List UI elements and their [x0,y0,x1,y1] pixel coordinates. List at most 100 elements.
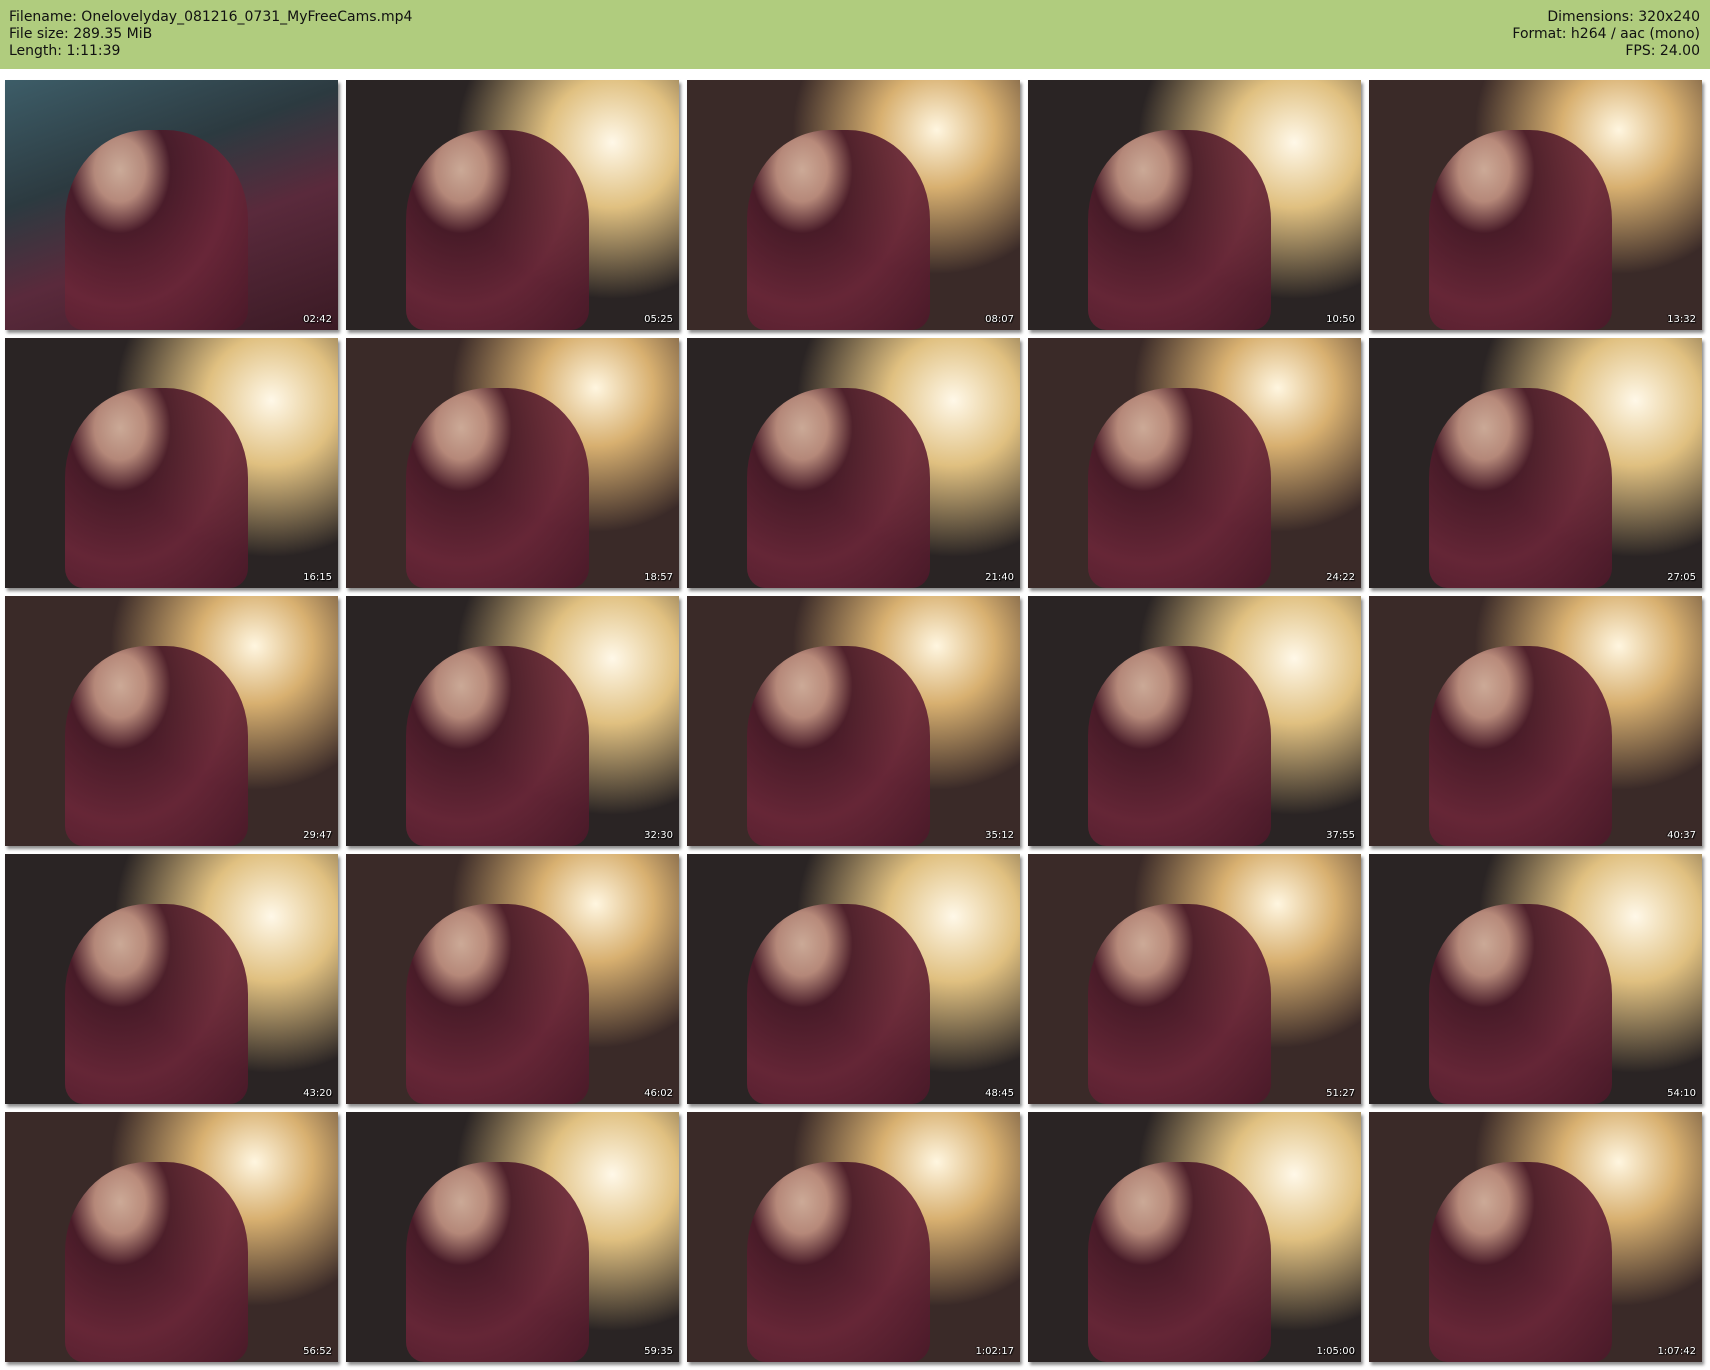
figure-shape [746,646,931,846]
figure-shape [1428,1162,1613,1362]
figure-shape [1428,646,1613,846]
thumbnail-frame-image [5,1112,338,1362]
figure-shape [1428,130,1613,330]
thumbnail-timestamp: 1:02:17 [975,1346,1014,1357]
thumbnail-frame-image [1369,80,1702,330]
thumbnail-timestamp: 37:55 [1326,830,1355,841]
video-thumbnail: 21:40 [687,338,1020,588]
thumbnail-frame-image [687,854,1020,1104]
thumbnail-frame-image [5,80,338,330]
thumbnail-frame-image [346,1112,679,1362]
video-thumbnail: 56:52 [5,1112,338,1362]
thumbnail-frame-image [1028,80,1361,330]
format-text: Format: h264 / aac (mono) [1512,26,1700,42]
thumbnail-frame-image [5,596,338,846]
thumbnail-timestamp: 54:10 [1667,1088,1696,1099]
figure-shape [1087,646,1272,846]
thumbnail-timestamp: 21:40 [985,572,1014,583]
video-thumbnail: 43:20 [5,854,338,1104]
thumbnail-timestamp: 32:30 [644,830,673,841]
thumbnail-frame-image [1028,854,1361,1104]
figure-shape [1087,130,1272,330]
thumbnail-frame-image [346,854,679,1104]
thumbnail-timestamp: 13:32 [1667,314,1696,325]
video-thumbnail: 29:47 [5,596,338,846]
thumbnail-frame-image [687,338,1020,588]
figure-shape [1087,388,1272,588]
thumbnail-grid: 02:42 05:25 08:07 10:50 13:32 16:15 18:57 21:40… [5,80,1702,1362]
thumbnail-frame-image [1028,596,1361,846]
fps-text: FPS: 24.00 [1625,43,1700,59]
thumbnail-timestamp: 35:12 [985,830,1014,841]
figure-shape [746,1162,931,1362]
video-thumbnail: 51:27 [1028,854,1361,1104]
figure-shape [64,130,249,330]
video-thumbnail: 1:05:00 [1028,1112,1361,1362]
thumbnail-frame-image [687,1112,1020,1362]
video-thumbnail: 54:10 [1369,854,1702,1104]
thumbnail-timestamp: 24:22 [1326,572,1355,583]
figure-shape [746,388,931,588]
video-thumbnail: 48:45 [687,854,1020,1104]
thumbnail-frame-image [687,80,1020,330]
video-thumbnail: 35:12 [687,596,1020,846]
thumbnail-frame-image [1028,1112,1361,1362]
figure-shape [1087,904,1272,1104]
figure-shape [1428,388,1613,588]
figure-shape [1087,1162,1272,1362]
video-thumbnail: 16:15 [5,338,338,588]
figure-shape [405,904,590,1104]
length-text: Length: 1:11:39 [9,43,121,59]
thumbnail-timestamp: 05:25 [644,314,673,325]
figure-shape [64,904,249,1104]
thumbnail-timestamp: 51:27 [1326,1088,1355,1099]
video-thumbnail: 08:07 [687,80,1020,330]
thumbnail-timestamp: 08:07 [985,314,1014,325]
thumbnail-frame-image [687,596,1020,846]
video-thumbnail: 46:02 [346,854,679,1104]
filename-text: Filename: Onelovelyday_081216_0731_MyFre… [9,9,413,25]
thumbnail-frame-image [1369,596,1702,846]
video-thumbnail: 02:42 [5,80,338,330]
thumbnail-frame-image [1369,338,1702,588]
thumbnail-timestamp: 10:50 [1326,314,1355,325]
thumbnail-frame-image [1028,338,1361,588]
file-info: Filename: Onelovelyday_081216_0731_MyFre… [9,9,412,60]
thumbnail-frame-image [1369,1112,1702,1362]
thumbnail-timestamp: 48:45 [985,1088,1014,1099]
video-thumbnail: 27:05 [1369,338,1702,588]
video-thumbnail: 24:22 [1028,338,1361,588]
thumbnail-frame-image [346,80,679,330]
thumbnail-frame-image [1369,854,1702,1104]
video-thumbnail: 59:35 [346,1112,679,1362]
video-thumbnail: 1:07:42 [1369,1112,1702,1362]
stream-info: Dimensions: 320x240 Format: h264 / aac (… [1512,9,1700,60]
figure-shape [64,388,249,588]
thumbnail-frame-image [5,854,338,1104]
thumbnail-timestamp: 02:42 [303,314,332,325]
thumbnail-timestamp: 46:02 [644,1088,673,1099]
dimensions-text: Dimensions: 320x240 [1547,9,1700,25]
video-thumbnail: 37:55 [1028,596,1361,846]
filesize-text: File size: 289.35 MiB [9,26,153,42]
thumbnail-timestamp: 43:20 [303,1088,332,1099]
video-thumbnail: 05:25 [346,80,679,330]
figure-shape [405,130,590,330]
video-info-header: Filename: Onelovelyday_081216_0731_MyFre… [0,0,1710,69]
figure-shape [746,130,931,330]
thumbnail-frame-image [346,338,679,588]
thumbnail-timestamp: 59:35 [644,1346,673,1357]
thumbnail-timestamp: 27:05 [1667,572,1696,583]
thumbnail-frame-image [5,338,338,588]
thumbnail-timestamp: 56:52 [303,1346,332,1357]
video-thumbnail: 13:32 [1369,80,1702,330]
figure-shape [405,1162,590,1362]
video-thumbnail: 1:02:17 [687,1112,1020,1362]
video-thumbnail: 18:57 [346,338,679,588]
thumbnail-timestamp: 18:57 [644,572,673,583]
figure-shape [405,646,590,846]
thumbnail-timestamp: 29:47 [303,830,332,841]
thumbnail-frame-image [346,596,679,846]
figure-shape [64,646,249,846]
video-thumbnail: 32:30 [346,596,679,846]
